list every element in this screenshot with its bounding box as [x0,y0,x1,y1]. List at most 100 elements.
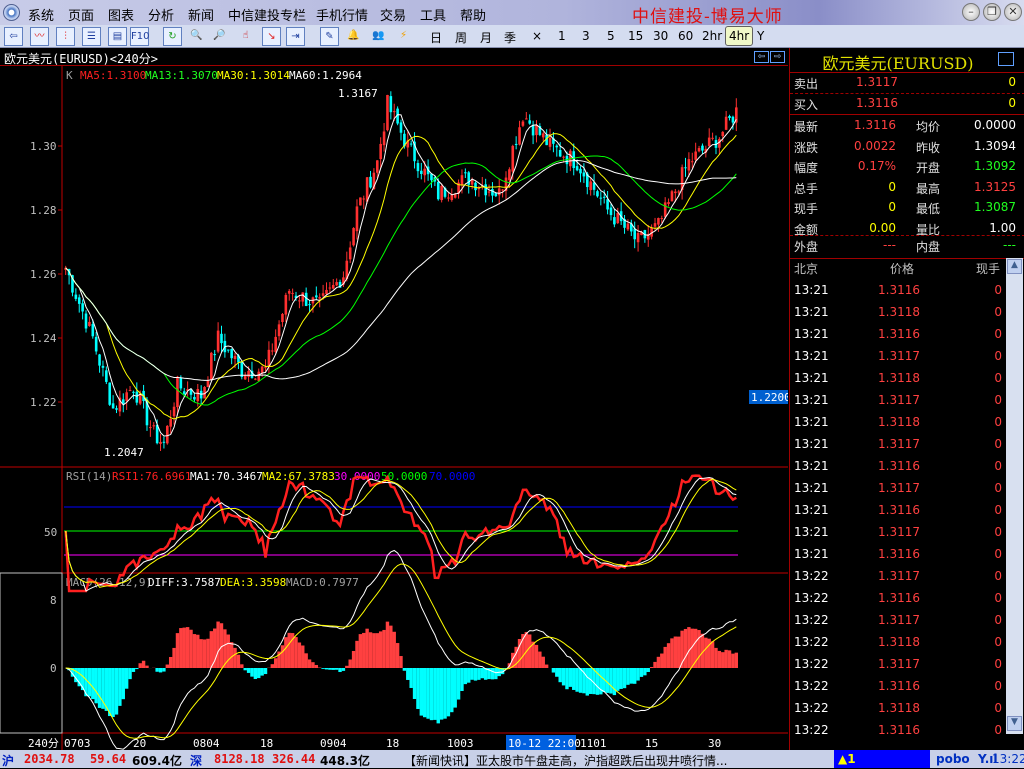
macd-bar [128,668,131,679]
macd-bar [660,654,663,668]
macd-bar [721,652,724,668]
quote-panel: 欧元美元(EURUSD) 卖出 1.3117 0 买入 1.3116 0 最新 … [789,48,1024,750]
menu-page[interactable]: 页面 [68,5,94,24]
sh-index[interactable]: 2034.78 [24,752,75,766]
candle [677,191,680,192]
scroll-up-icon[interactable]: ▲ [1007,259,1022,274]
close-button[interactable]: ✕ [1004,3,1022,21]
period-week[interactable]: 周 [455,29,467,46]
candle [664,202,667,217]
scroll-down-icon[interactable]: ▼ [1007,716,1022,731]
quote-label: 总手 [794,180,818,197]
candle [600,198,603,199]
users-icon[interactable]: 👥 [369,27,388,46]
candle [447,198,450,199]
lightning-icon[interactable]: ⚡ [394,27,413,46]
candle [125,392,128,401]
sz-index[interactable]: 8128.18 [214,752,265,766]
menu-trade[interactable]: 交易 [380,5,406,24]
candle [291,293,294,294]
macd-bar [413,668,416,699]
maximize-panel-icon[interactable] [998,52,1014,66]
zoom-in-icon[interactable]: 🔍 [187,27,206,46]
import-icon[interactable]: ⇥ [286,27,305,46]
macd-bar [244,668,247,670]
period-3[interactable]: 3 [582,29,590,43]
candle [637,233,640,242]
macd-bar [183,628,186,668]
app-logo-icon[interactable] [3,4,20,21]
sz-amount: 448.3亿 [320,752,370,769]
ticks-scrollbar[interactable]: ▲ ▼ [1006,258,1023,734]
report-icon[interactable]: ▤ [108,27,127,46]
ticks-header-time: 北京 [794,260,818,277]
candle [285,295,288,315]
chart-title: 欧元美元(EURUSD)<240分> [0,48,788,66]
candle [386,95,389,130]
period-day[interactable]: 日 [430,29,442,46]
menu-analysis[interactable]: 分析 [148,5,174,24]
menu-news[interactable]: 新闻 [188,5,214,24]
macd-bar [301,645,304,668]
menu-system[interactable]: 系统 [28,5,54,24]
quote-value: 1.3092 [974,159,1016,173]
y-tick: 1.28 [30,204,57,217]
period-1[interactable]: 1 [558,29,566,43]
cursor-time: 10-12 22:00 [508,737,581,750]
candle [325,290,328,294]
macd-bar [162,668,165,672]
period-2hr[interactable]: 2hr [702,29,722,43]
line-chart-icon[interactable]: 〰 [30,27,49,46]
candle [379,144,382,159]
macd-bar [562,668,565,685]
period-quarter[interactable]: 季 [504,29,516,46]
kline-chart[interactable]: 1.301.281.261.241.22 K MA5:1.3100 MA13:1… [0,66,788,750]
period-60[interactable]: 60 [678,29,693,43]
scroll-right-icon[interactable]: ⇨ [770,51,785,63]
candle [725,117,728,130]
zoom-out-icon[interactable]: 🔎 [210,27,229,46]
menu-tools[interactable]: 工具 [420,5,446,24]
alarm-bell-icon[interactable]: 🔔 [344,27,363,46]
tick-time: 13:22 [794,569,829,583]
candle [308,304,311,305]
period-15[interactable]: 15 [628,29,643,43]
menu-chart[interactable]: 图表 [108,5,134,24]
refresh-icon[interactable]: ↻ [163,27,182,46]
candle [711,138,714,139]
y-tick: 1.22 [30,396,57,409]
back-icon[interactable]: ⇦ [4,27,23,46]
x-tick: 0804 [193,737,220,750]
restore-button[interactable]: ❐ [983,3,1001,21]
tick-price: 1.3116 [878,503,920,517]
menu-mobile[interactable]: 手机行情 [316,5,368,24]
macd-bar [186,627,189,668]
list-icon[interactable]: ☰ [82,27,101,46]
menu-column[interactable]: 中信建投专栏 [228,5,306,24]
candle [359,197,362,205]
candle-chart-icon[interactable]: ⫶ [56,27,75,46]
period-x[interactable]: × [532,29,542,43]
news-ticker[interactable]: 【新闻快讯】亚太股市午盘走高，沪指超跌后出现井喷行情... [404,752,727,769]
period-month[interactable]: 月 [480,29,492,46]
candle [417,163,420,171]
alert-count[interactable]: ▲1 [838,752,856,766]
candle [532,125,535,136]
macd-diff-legend: DIFF:3.7587 [148,576,221,589]
pointer-icon[interactable]: ☝ [236,27,255,46]
minimize-button[interactable]: – [962,3,980,21]
quote-value: --- [883,238,896,252]
period-4hr[interactable]: 4hr [725,26,753,46]
period-30[interactable]: 30 [653,29,668,43]
menu-help[interactable]: 帮助 [460,5,486,24]
draw-icon[interactable]: ✎ [320,27,339,46]
period-5[interactable]: 5 [607,29,615,43]
scroll-left-icon[interactable]: ⇦ [754,51,769,63]
candle [701,146,704,151]
f10-icon[interactable]: F10 [130,27,149,46]
macd-bar [626,668,629,685]
window-arrow-icon[interactable]: ↘ [262,27,281,46]
macd-bar [108,668,111,716]
period-year[interactable]: Y [757,29,764,43]
tick-time: 13:21 [794,481,829,495]
